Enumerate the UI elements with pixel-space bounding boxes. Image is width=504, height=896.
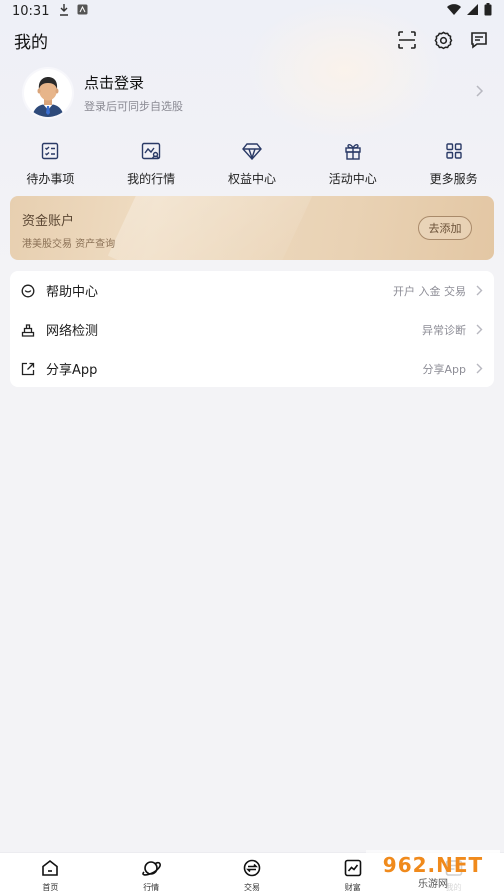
tab-label: 财富 bbox=[344, 883, 361, 892]
shortcut-label: 活动中心 bbox=[328, 172, 377, 186]
watermark-sub: 乐游网 bbox=[418, 878, 448, 890]
watermark-brand: 962.NET bbox=[382, 852, 484, 877]
page-header: 我的 bbox=[0, 26, 504, 54]
shortcut-more-services[interactable]: 更多服务 bbox=[409, 140, 499, 190]
shortcut-label: 待办事项 bbox=[26, 172, 75, 186]
login-title[interactable]: 点击登录 bbox=[84, 73, 183, 93]
tab-label: 交易 bbox=[243, 883, 260, 892]
menu-item-label: 帮助中心 bbox=[46, 285, 99, 300]
menu-item-hint: 分享App bbox=[422, 362, 467, 376]
message-icon[interactable] bbox=[468, 29, 490, 51]
home-icon bbox=[40, 858, 60, 878]
tab-market[interactable]: 行情 bbox=[101, 853, 202, 896]
exchange-icon bbox=[242, 858, 262, 878]
avatar[interactable] bbox=[24, 69, 72, 117]
share-icon bbox=[20, 361, 36, 377]
page-title: 我的 bbox=[14, 32, 48, 53]
scan-icon[interactable] bbox=[396, 29, 418, 51]
signal-icon bbox=[467, 3, 478, 19]
menu-item-label: 分享App bbox=[46, 363, 98, 378]
chevron-right-icon bbox=[476, 85, 484, 101]
shortcut-label: 权益中心 bbox=[227, 172, 276, 186]
gift-icon bbox=[342, 140, 364, 162]
download-icon bbox=[59, 3, 69, 19]
tab-label: 首页 bbox=[42, 883, 59, 892]
menu-list: 帮助中心 开户 入金 交易 网络检测 异常诊断 分享App 分享App bbox=[10, 271, 494, 387]
shortcut-activity[interactable]: 活动中心 bbox=[308, 140, 398, 190]
login-subtitle: 登录后可同步自选股 bbox=[84, 99, 183, 113]
site-watermark: 962.NET 乐游网 bbox=[366, 850, 500, 892]
grid-icon bbox=[443, 140, 465, 162]
add-account-button[interactable]: 去添加 bbox=[418, 216, 472, 240]
chevron-right-icon bbox=[474, 285, 484, 296]
funds-card-title: 资金账户 bbox=[22, 214, 75, 229]
shortcut-bar: 待办事项 我的行情 权益中心 活动中心 更多服务 bbox=[0, 140, 504, 190]
status-right bbox=[447, 2, 492, 20]
menu-item-help-center[interactable]: 帮助中心 开户 入金 交易 bbox=[10, 271, 494, 310]
wifi-icon bbox=[447, 3, 461, 19]
diamond-icon bbox=[241, 140, 263, 162]
status-bar: 10:31 bbox=[0, 0, 504, 22]
shortcut-label: 更多服务 bbox=[429, 172, 478, 186]
menu-item-hint: 异常诊断 bbox=[422, 323, 466, 337]
menu-item-label: 网络检测 bbox=[46, 324, 99, 339]
menu-item-hint: 开户 入金 交易 bbox=[393, 284, 466, 298]
shortcut-todo[interactable]: 待办事项 bbox=[5, 140, 95, 190]
login-profile-row[interactable]: 点击登录 登录后可同步自选股 bbox=[24, 68, 484, 118]
help-icon bbox=[20, 283, 36, 299]
network-icon bbox=[20, 322, 36, 338]
my-market-icon bbox=[140, 140, 162, 162]
app-notification-icon bbox=[77, 4, 88, 18]
todo-list-icon bbox=[39, 140, 61, 162]
funds-account-card[interactable]: 资金账户 港美股交易 资产查询 去添加 bbox=[10, 196, 494, 260]
chart-icon bbox=[343, 858, 363, 878]
battery-icon bbox=[484, 2, 492, 20]
planet-icon bbox=[141, 858, 162, 878]
shortcut-label: 我的行情 bbox=[127, 172, 176, 186]
chevron-right-icon bbox=[474, 324, 484, 335]
shortcut-my-market[interactable]: 我的行情 bbox=[106, 140, 196, 190]
status-time: 10:31 bbox=[12, 3, 50, 19]
menu-item-share-app[interactable]: 分享App 分享App bbox=[10, 349, 494, 388]
funds-card-subtitle: 港美股交易 资产查询 bbox=[22, 239, 116, 250]
menu-item-network-check[interactable]: 网络检测 异常诊断 bbox=[10, 310, 494, 349]
tab-label: 行情 bbox=[143, 883, 160, 892]
tab-trade[interactable]: 交易 bbox=[202, 853, 303, 896]
shortcut-benefits[interactable]: 权益中心 bbox=[207, 140, 297, 190]
chevron-right-icon bbox=[474, 363, 484, 374]
tab-home[interactable]: 首页 bbox=[0, 853, 101, 896]
settings-gear-icon[interactable] bbox=[432, 29, 454, 51]
